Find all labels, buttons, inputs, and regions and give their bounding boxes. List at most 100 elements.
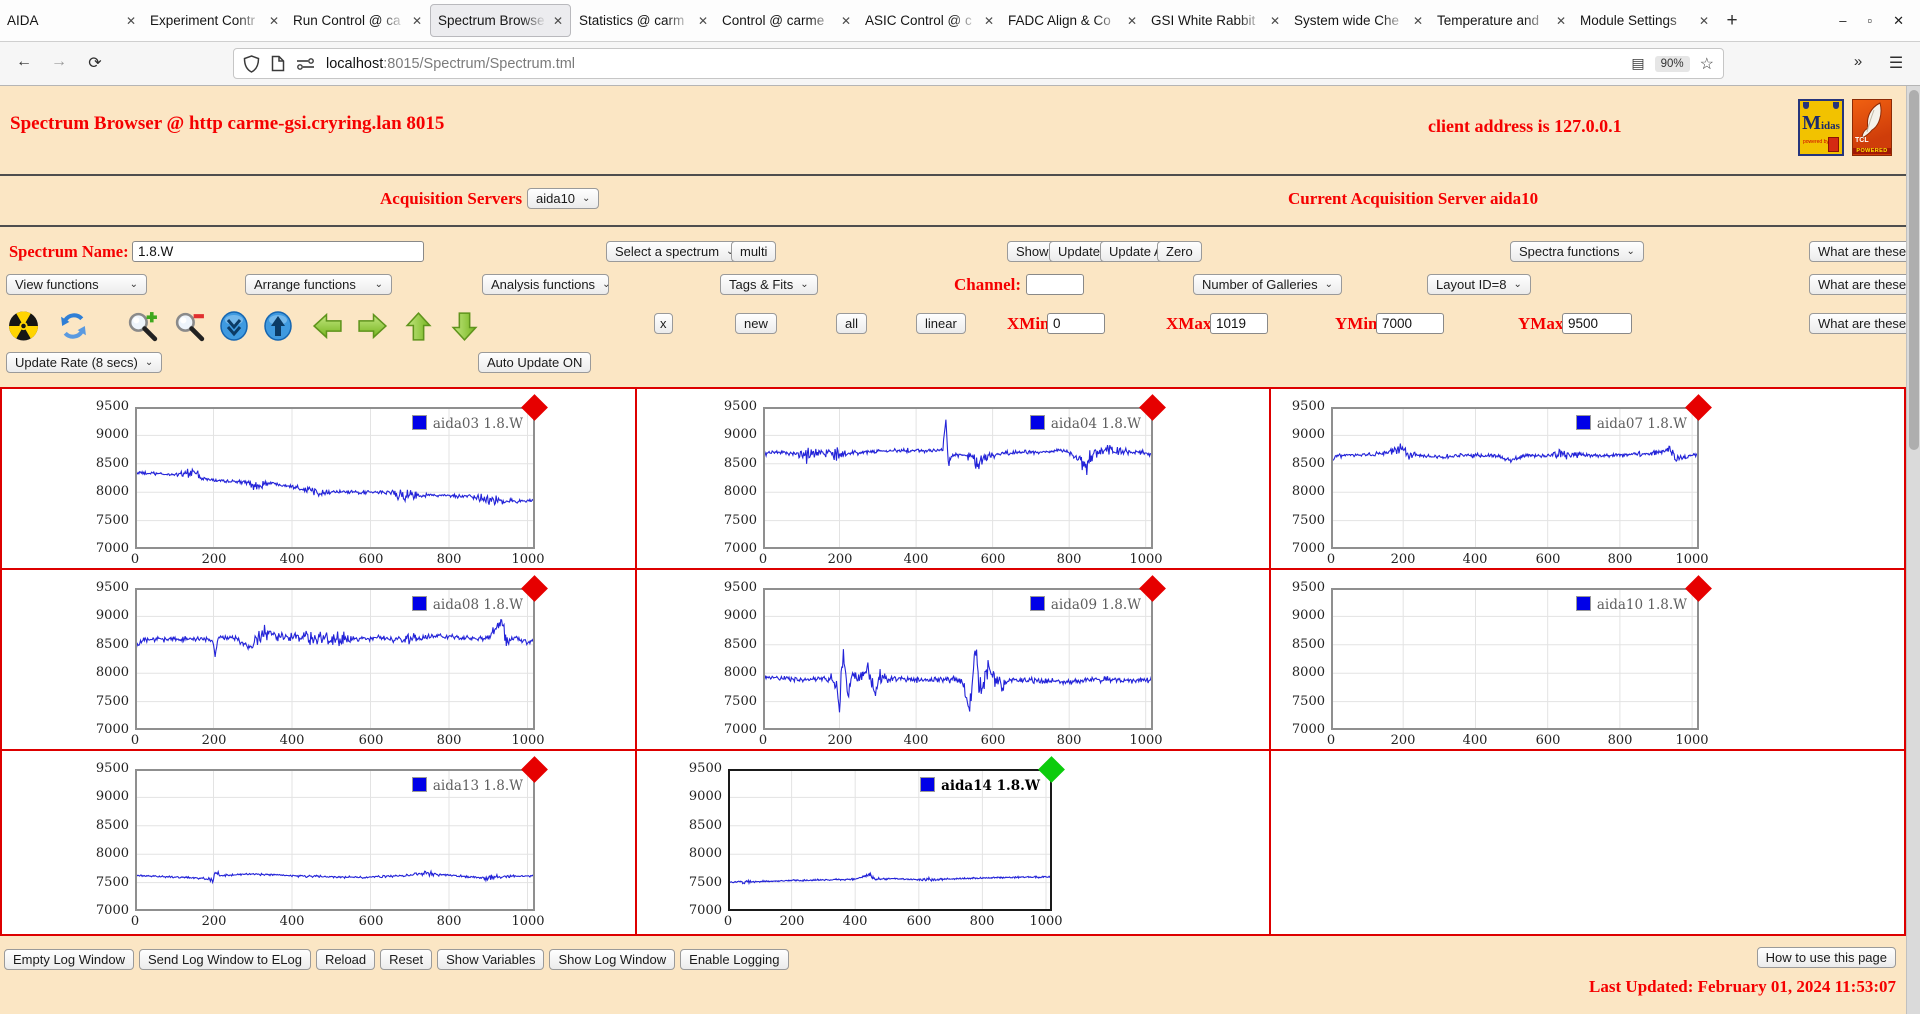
plot-cell-empty[interactable] [1271, 751, 1904, 934]
how-to-use-button[interactable]: How to use this page [1757, 947, 1896, 968]
maximize-button[interactable]: ▫ [1867, 13, 1872, 29]
legend-label: aida03 1.8.W [433, 416, 523, 432]
browser-tab-asic-control-c[interactable]: ASIC Control @ c✕ [858, 0, 1001, 42]
what-are-these-button-2[interactable]: What are these? [1809, 274, 1920, 295]
arrow-left-icon[interactable] [311, 310, 342, 342]
shield-icon[interactable] [243, 55, 260, 73]
browser-tab-aida[interactable]: AIDA✕ [0, 0, 143, 42]
reader-mode-icon[interactable]: ▤ [1631, 55, 1644, 72]
what-are-these-button-3[interactable]: What are these? [1809, 313, 1920, 334]
layout-id-dropdown[interactable]: Layout ID=8⌄ [1427, 274, 1531, 295]
overflow-chevrons-icon[interactable]: » [1846, 53, 1870, 70]
new-button[interactable]: new [735, 313, 777, 334]
view-functions-dropdown[interactable]: View functions⌄ [6, 274, 147, 295]
browser-tab-gsi-white-rabbit[interactable]: GSI White Rabbit✕ [1144, 0, 1287, 42]
back-button[interactable]: ← [12, 53, 36, 71]
close-button[interactable]: ✕ [1893, 13, 1904, 29]
plot-cell-aida03[interactable]: 7000750080008500900095000200400600800100… [2, 389, 637, 570]
url-bar[interactable]: localhost:8015/Spectrum/Spectrum.tml ▤ 9… [233, 48, 1724, 79]
browser-tab-system-wide-che[interactable]: System wide Che✕ [1287, 0, 1430, 42]
ymax-input[interactable] [1562, 313, 1632, 334]
tab-close-icon[interactable]: ✕ [1127, 14, 1137, 28]
tab-close-icon[interactable]: ✕ [1413, 14, 1423, 28]
browser-tab-temperature-and[interactable]: Temperature and✕ [1430, 0, 1573, 42]
radiation-icon[interactable] [8, 310, 39, 342]
tab-close-icon[interactable]: ✕ [841, 14, 851, 28]
browser-tab-spectrum-browse[interactable]: Spectrum Browse✕ [430, 4, 571, 37]
x-axis-button[interactable]: x [654, 313, 673, 334]
tab-close-icon[interactable]: ✕ [553, 14, 563, 28]
zoom-in-icon[interactable] [126, 310, 157, 342]
channel-input[interactable] [1026, 274, 1084, 295]
reset-button[interactable]: Reset [380, 949, 432, 970]
show-variables-button[interactable]: Show Variables [437, 949, 544, 970]
tab-close-icon[interactable]: ✕ [1699, 14, 1709, 28]
all-button[interactable]: all [836, 313, 867, 334]
plot-cell-aida08[interactable]: 7000750080008500900095000200400600800100… [2, 570, 637, 751]
tags-fits-dropdown[interactable]: Tags & Fits⌄ [720, 274, 818, 295]
hamburger-menu-icon[interactable]: ☰ [1884, 53, 1908, 73]
spectra-functions-dropdown[interactable]: Spectra functions⌄ [1510, 241, 1644, 262]
ymax-label: YMax [1518, 314, 1563, 334]
browser-tab-module-settings[interactable]: Module Settings✕ [1573, 0, 1716, 42]
browser-tab-statistics-carm[interactable]: Statistics @ carm✕ [572, 0, 715, 42]
browser-tab-fadc-align-co[interactable]: FADC Align & Co✕ [1001, 0, 1144, 42]
empty-log-window-button[interactable]: Empty Log Window [4, 949, 134, 970]
url-text[interactable]: localhost:8015/Spectrum/Spectrum.tml [326, 56, 575, 72]
update-rate-dropdown[interactable]: Update Rate (8 secs)⌄ [6, 352, 162, 373]
expand-up-icon[interactable] [263, 310, 294, 342]
bookmark-star-icon[interactable]: ☆ [1700, 54, 1714, 74]
plot-cell-aida14[interactable]: 7000750080008500900095000200400600800100… [637, 751, 1271, 934]
multi-button[interactable]: multi [731, 241, 776, 262]
show-log-window-button[interactable]: Show Log Window [549, 949, 675, 970]
browser-tab-run-control-ca[interactable]: Run Control @ ca✕ [286, 0, 429, 42]
x-tick-label: 800 [1600, 733, 1640, 748]
forward-button[interactable]: → [47, 53, 71, 71]
linear-button[interactable]: linear [916, 313, 966, 334]
reload-button[interactable]: Reload [316, 949, 375, 970]
arrow-right-icon[interactable] [356, 310, 387, 342]
xmin-input[interactable] [1047, 313, 1105, 334]
zero-button[interactable]: Zero [1157, 241, 1202, 262]
tab-close-icon[interactable]: ✕ [126, 14, 136, 28]
new-tab-button[interactable]: + [1716, 10, 1748, 32]
permissions-icon[interactable] [296, 58, 315, 70]
acquisition-server-select[interactable]: aida10⌄ [527, 188, 599, 209]
what-are-these-button-1[interactable]: What are these? [1809, 241, 1920, 262]
page-icon[interactable] [271, 55, 285, 72]
tab-close-icon[interactable]: ✕ [698, 14, 708, 28]
plot-cell-aida07[interactable]: 7000750080008500900095000200400600800100… [1271, 389, 1904, 570]
plot-cell-aida09[interactable]: 7000750080008500900095000200400600800100… [637, 570, 1271, 751]
enable-logging-button[interactable]: Enable Logging [680, 949, 788, 970]
tab-close-icon[interactable]: ✕ [1270, 14, 1280, 28]
plot-cell-aida10[interactable]: 7000750080008500900095000200400600800100… [1271, 570, 1904, 751]
refresh-icon[interactable] [58, 310, 89, 342]
minimize-button[interactable]: – [1839, 13, 1846, 29]
legend-label: aida14 1.8.W [941, 778, 1040, 794]
browser-tab-control-carme[interactable]: Control @ carme✕ [715, 0, 858, 42]
tab-close-icon[interactable]: ✕ [412, 14, 422, 28]
arrange-functions-dropdown[interactable]: Arrange functions⌄ [245, 274, 392, 295]
zoom-level-badge[interactable]: 90% [1655, 56, 1690, 72]
zoom-out-icon[interactable] [173, 310, 204, 342]
arrow-up-icon[interactable] [403, 310, 434, 342]
number-of-galleries-dropdown[interactable]: Number of Galleries⌄ [1193, 274, 1342, 295]
scrollbar-thumb[interactable] [1909, 90, 1919, 450]
xmax-input[interactable] [1210, 313, 1268, 334]
tab-close-icon[interactable]: ✕ [1556, 14, 1566, 28]
plot-cell-aida13[interactable]: 7000750080008500900095000200400600800100… [2, 751, 637, 934]
select-spectrum-dropdown[interactable]: Select a spectrum⌄ [606, 241, 743, 262]
reload-button[interactable]: ⟳ [83, 53, 107, 73]
vertical-scrollbar[interactable] [1906, 86, 1920, 1014]
spectrum-name-input[interactable] [132, 241, 424, 262]
plot-cell-aida04[interactable]: 7000750080008500900095000200400600800100… [637, 389, 1271, 570]
tab-close-icon[interactable]: ✕ [269, 14, 279, 28]
auto-update-button[interactable]: Auto Update ON [478, 352, 591, 373]
send-log-window-to-elog-button[interactable]: Send Log Window to ELog [139, 949, 311, 970]
tab-close-icon[interactable]: ✕ [984, 14, 994, 28]
ymin-input[interactable] [1376, 313, 1444, 334]
analysis-functions-dropdown[interactable]: Analysis functions⌄ [482, 274, 609, 295]
browser-tab-experiment-contr[interactable]: Experiment Contr✕ [143, 0, 286, 42]
arrow-down-icon[interactable] [449, 310, 480, 342]
collapse-down-icon[interactable] [219, 310, 250, 342]
